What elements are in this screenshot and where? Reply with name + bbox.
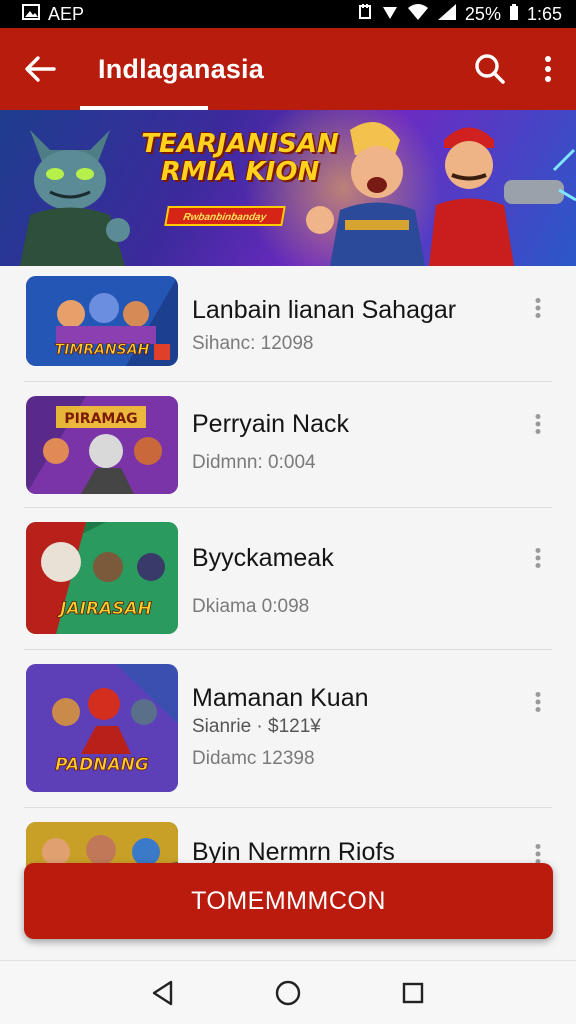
list-item[interactable]: PIRAMAG Perryain Nack Didmnn: 0:004 xyxy=(24,382,552,508)
item-subtitle: Didmnn: 0:004 xyxy=(192,452,316,473)
more-vert-icon xyxy=(545,56,551,82)
item-subtitle: Dkiama 0:098 xyxy=(192,596,310,617)
more-vert-icon xyxy=(535,692,541,712)
thumbnail-logo-text: JAIRASAH xyxy=(57,599,152,619)
item-title: Byyckameak xyxy=(192,544,334,572)
nav-home-button[interactable] xyxy=(268,973,308,1013)
list-item[interactable]: JAIRASAH Byyckameak Dkiama 0:098 xyxy=(24,508,552,650)
item-menu-button[interactable] xyxy=(524,682,552,722)
banner-title: TEARJANISAN RMIA KION xyxy=(140,130,340,186)
thumbnail-logo-text: TIMRANSAH xyxy=(55,342,150,358)
game-thumbnail: PADNANG xyxy=(26,664,178,792)
wifi-icon xyxy=(407,3,429,26)
thumbnail-logo-text: PIRAMAG xyxy=(64,411,137,427)
promo-banner[interactable]: TEARJANISAN RMIA KION Rwbanbinbanday xyxy=(0,110,576,266)
more-vert-icon xyxy=(535,414,541,434)
more-vert-icon xyxy=(535,844,541,864)
item-menu-button[interactable] xyxy=(524,404,552,444)
square-recents-icon xyxy=(403,982,424,1003)
game-list: TIMRANSAH Lanbain lianan Sahagar Sihanc:… xyxy=(0,266,576,960)
triangle-back-icon xyxy=(152,980,172,1005)
game-thumbnail: TIMRANSAH xyxy=(26,276,178,366)
page-title: Indlaganasia xyxy=(98,53,264,84)
overflow-menu-button[interactable] xyxy=(520,28,576,110)
arrow-left-icon xyxy=(25,56,56,82)
primary-action-button[interactable]: TOMEMMMCON xyxy=(24,863,553,939)
item-title: Perryain Nack xyxy=(192,410,349,438)
item-title: Mamanan Kuan xyxy=(192,684,369,712)
list-item[interactable]: PADNANG Mamanan Kuan Sianrie · $121¥ Did… xyxy=(24,650,552,808)
signal-icon xyxy=(437,3,457,26)
search-button[interactable] xyxy=(460,28,520,110)
system-nav-bar xyxy=(0,960,576,1024)
battery-icon xyxy=(509,3,519,26)
list-item[interactable]: TIMRANSAH Lanbain lianan Sahagar Sihanc:… xyxy=(24,266,552,382)
game-thumbnail: JAIRASAH xyxy=(26,522,178,634)
battery-percent: 25% xyxy=(464,3,501,24)
status-app-label: AEP xyxy=(48,3,85,24)
more-vert-icon xyxy=(535,548,541,568)
item-menu-button[interactable] xyxy=(524,538,552,578)
banner-character-cat xyxy=(20,130,130,266)
banner-title-line2: RMIA KION xyxy=(160,157,320,187)
banner-character-mechanic xyxy=(429,127,576,266)
image-icon xyxy=(22,3,40,25)
search-icon xyxy=(475,54,505,84)
game-thumbnail: PIRAMAG xyxy=(26,396,178,494)
more-vert-icon xyxy=(535,298,541,318)
item-subtitle: Sianrie · $121¥ xyxy=(192,716,321,737)
clock: 1:65 xyxy=(526,3,562,24)
nav-back-button[interactable] xyxy=(143,973,183,1013)
nav-recents-button[interactable] xyxy=(393,973,433,1013)
banner-ribbon: Rwbanbinbanday xyxy=(164,206,286,226)
sync-icon xyxy=(357,3,373,26)
location-icon xyxy=(381,3,399,26)
banner-title-line1: TEARJANISAN xyxy=(141,129,339,159)
back-button[interactable] xyxy=(0,28,80,110)
item-subtitle: Sihanc: 12098 xyxy=(192,333,314,354)
item-title: Lanbain lianan Sahagar xyxy=(192,296,457,324)
app-bar: Indlaganasia xyxy=(0,28,576,110)
item-menu-button[interactable] xyxy=(524,288,552,328)
item-subtitle-secondary: Didamc 12398 xyxy=(192,748,315,769)
circle-home-icon xyxy=(275,980,301,1005)
status-bar: AEP 25% 1:65 xyxy=(0,0,576,28)
thumbnail-logo-text: PADNANG xyxy=(55,755,149,775)
